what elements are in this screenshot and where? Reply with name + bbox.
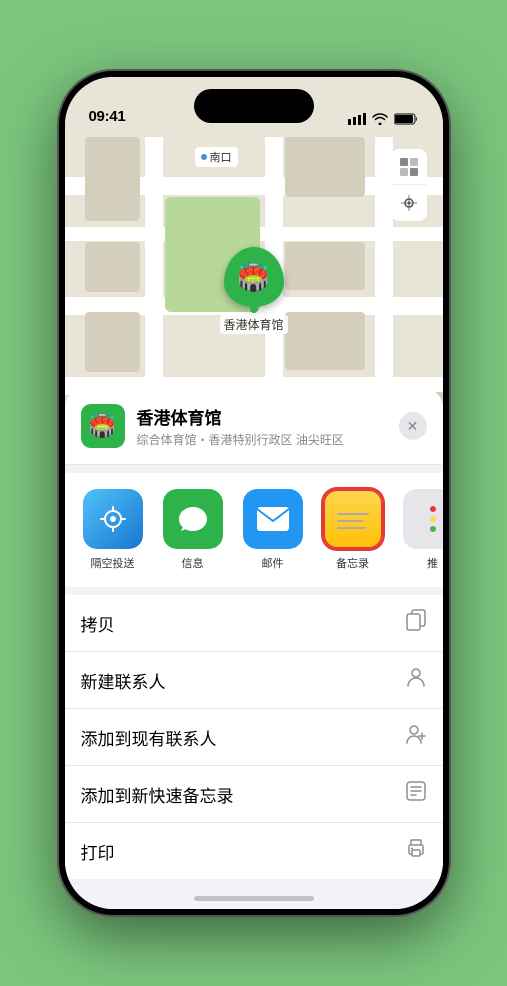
battery-icon xyxy=(394,113,419,125)
action-print-label: 打印 xyxy=(81,839,115,864)
venue-icon: 🏟️ xyxy=(81,404,125,448)
share-item-airdrop[interactable]: 隔空投送 xyxy=(81,489,145,571)
action-copy[interactable]: 拷贝 xyxy=(65,595,443,652)
airdrop-label: 隔空投送 xyxy=(91,555,135,571)
person-add-symbol xyxy=(405,723,427,745)
share-item-mail[interactable]: 邮件 xyxy=(241,489,305,571)
action-list: 拷贝 新建联系人 xyxy=(65,595,443,879)
wifi-icon xyxy=(372,113,388,125)
signal-icon xyxy=(348,113,366,125)
action-add-quick-note[interactable]: 添加到新快速备忘录 xyxy=(65,766,443,823)
map-type-icon xyxy=(399,157,419,177)
map-label-dot xyxy=(201,154,207,160)
notes-line-2 xyxy=(337,520,363,522)
note-symbol xyxy=(405,780,427,802)
messages-icon xyxy=(163,489,223,549)
phone-screen: 09:41 xyxy=(65,77,443,909)
messages-symbol xyxy=(175,501,211,537)
action-add-existing-contact[interactable]: 添加到现有联系人 xyxy=(65,709,443,766)
more-dot-yellow xyxy=(430,516,436,522)
quick-note-icon xyxy=(405,780,427,808)
venue-info: 香港体育馆 综合体育馆・香港特别行政区 油尖旺区 xyxy=(137,404,427,448)
copy-symbol xyxy=(405,609,427,631)
action-add-quick-note-label: 添加到新快速备忘录 xyxy=(81,782,234,807)
status-icons xyxy=(348,113,419,125)
mail-symbol xyxy=(255,505,291,533)
map-view-button[interactable] xyxy=(391,149,427,185)
venue-pin-circle: 🏟️ xyxy=(224,247,284,307)
venue-pin-label: 香港体育馆 xyxy=(220,315,288,334)
notes-lines xyxy=(331,505,375,533)
home-indicator xyxy=(194,896,314,901)
add-existing-contact-icon xyxy=(405,723,427,751)
bottom-sheet: 🏟️ 香港体育馆 综合体育馆・香港特别行政区 油尖旺区 ✕ xyxy=(65,388,443,909)
phone-frame: 09:41 xyxy=(59,71,449,915)
more-icon xyxy=(403,489,443,549)
print-icon xyxy=(405,837,427,865)
notes-icon xyxy=(323,489,383,549)
more-dots-container xyxy=(430,506,436,532)
copy-icon xyxy=(405,609,427,637)
messages-label: 信息 xyxy=(182,555,204,571)
venue-name: 香港体育馆 xyxy=(137,404,427,429)
share-item-more[interactable]: 推 xyxy=(401,489,443,571)
location-button[interactable] xyxy=(391,185,427,221)
action-print[interactable]: 打印 xyxy=(65,823,443,879)
map-label-text: 南口 xyxy=(210,149,232,165)
map-controls xyxy=(391,149,427,221)
location-icon xyxy=(400,194,418,212)
action-copy-label: 拷贝 xyxy=(81,611,115,636)
share-item-messages[interactable]: 信息 xyxy=(161,489,225,571)
mail-label: 邮件 xyxy=(262,555,284,571)
venue-subtitle: 综合体育馆・香港特别行政区 油尖旺区 xyxy=(137,431,427,448)
venue-header: 🏟️ 香港体育馆 综合体育馆・香港特别行政区 油尖旺区 ✕ xyxy=(65,388,443,465)
more-dot-green xyxy=(430,526,436,532)
venue-pin-emoji: 🏟️ xyxy=(237,262,269,293)
share-row: 隔空投送 信息 xyxy=(65,473,443,587)
action-new-contact[interactable]: 新建联系人 xyxy=(65,652,443,709)
new-contact-icon xyxy=(405,666,427,694)
notes-line-3 xyxy=(337,527,366,529)
venue-pin[interactable]: 🏟️ 香港体育馆 xyxy=(220,247,288,334)
airdrop-symbol xyxy=(96,502,130,536)
notes-label: 备忘录 xyxy=(336,555,369,571)
status-time: 09:41 xyxy=(89,108,126,125)
mail-icon xyxy=(243,489,303,549)
person-symbol xyxy=(405,666,427,688)
airdrop-icon xyxy=(83,489,143,549)
map-label: 南口 xyxy=(195,147,238,167)
action-add-existing-contact-label: 添加到现有联系人 xyxy=(81,725,217,750)
action-new-contact-label: 新建联系人 xyxy=(81,668,166,693)
dynamic-island xyxy=(194,89,314,123)
more-label: 推 xyxy=(427,555,438,571)
more-dot-red xyxy=(430,506,436,512)
notes-line-1 xyxy=(337,513,369,515)
close-button[interactable]: ✕ xyxy=(399,412,427,440)
print-symbol xyxy=(405,837,427,859)
share-item-notes[interactable]: 备忘录 xyxy=(321,489,385,571)
